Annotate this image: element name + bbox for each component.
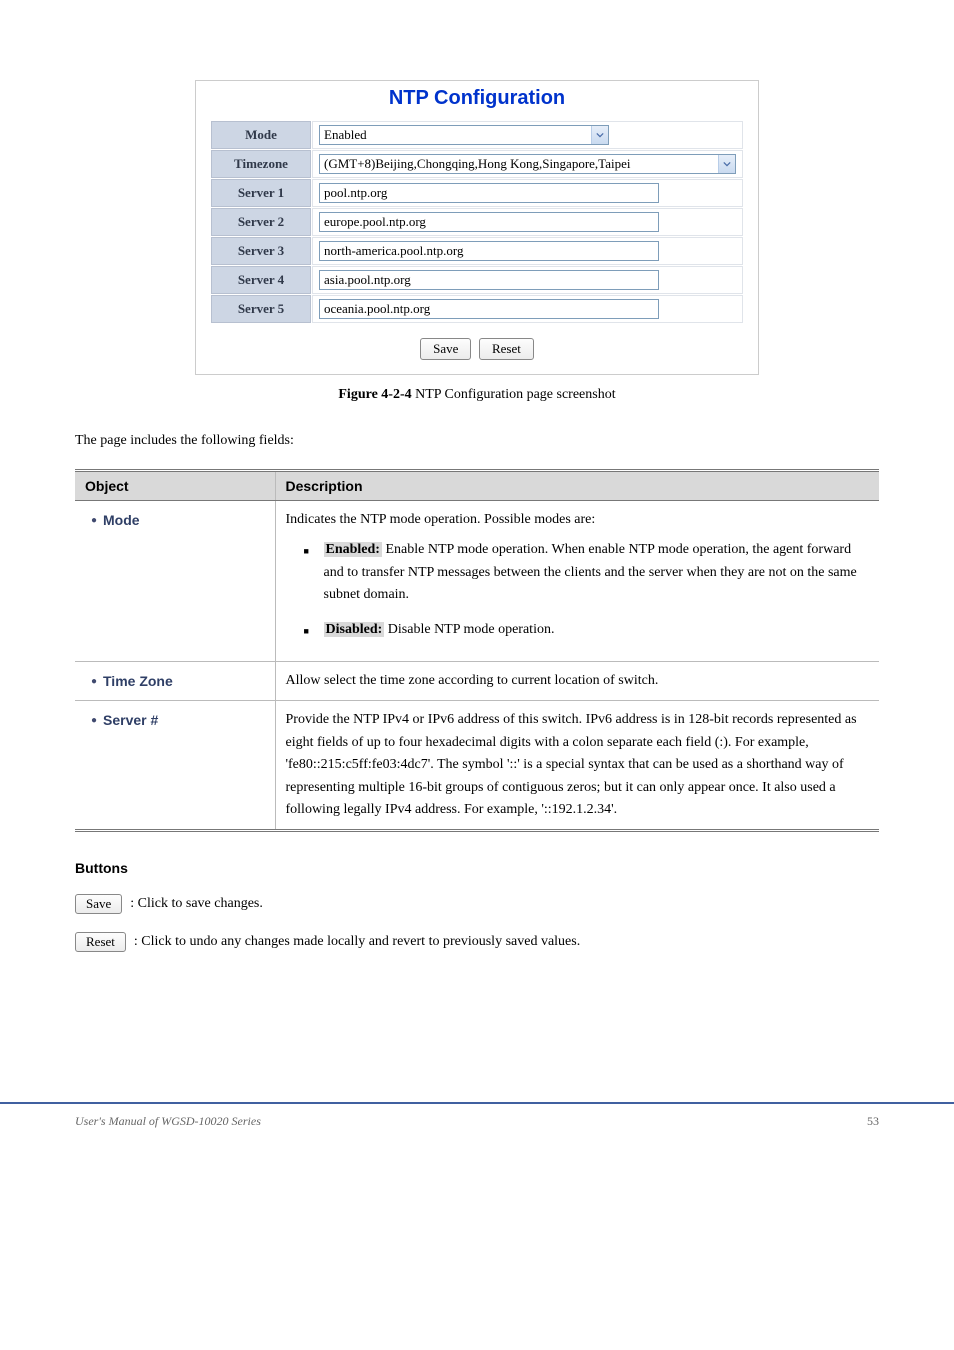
object-mode: Mode xyxy=(103,509,140,531)
object-timezone: Time Zone xyxy=(103,670,173,692)
ntp-config-screenshot: NTP Configuration Mode Enabled Timezone xyxy=(195,80,759,375)
server4-label: Server 4 xyxy=(211,266,311,294)
chevron-down-icon xyxy=(591,126,608,144)
object-server: Server # xyxy=(103,709,158,731)
server-desc: Provide the NTP IPv4 or IPv6 address of … xyxy=(275,701,879,831)
section-intro: The page includes the following fields: xyxy=(75,433,879,449)
server1-input[interactable]: pool.ntp.org xyxy=(319,183,659,203)
server2-label: Server 2 xyxy=(211,208,311,236)
square-bullet-icon: ■ xyxy=(304,539,324,558)
bullet-icon: ● xyxy=(85,670,103,690)
save-button[interactable]: Save xyxy=(420,338,471,360)
table-row: ● Time Zone Allow select the time zone a… xyxy=(75,661,879,700)
buttons-heading: Buttons xyxy=(75,860,879,876)
save-button-inline[interactable]: Save xyxy=(75,894,122,914)
enabled-text: Enable NTP mode operation. When enable N… xyxy=(324,542,857,602)
reset-button-inline[interactable]: Reset xyxy=(75,932,126,952)
enabled-label: Enabled: xyxy=(324,542,382,557)
save-desc: : Click to save changes. xyxy=(130,896,263,912)
bullet-icon: ● xyxy=(85,709,103,729)
page-number: 53 xyxy=(867,1114,879,1129)
server1-label: Server 1 xyxy=(211,179,311,207)
square-bullet-icon: ■ xyxy=(304,619,324,638)
timezone-select[interactable]: (GMT+8)Beijing,Chongqing,Hong Kong,Singa… xyxy=(319,154,736,174)
reset-desc: : Click to undo any changes made locally… xyxy=(134,934,580,950)
server4-input[interactable]: asia.pool.ntp.org xyxy=(319,270,659,290)
config-table: Mode Enabled Timezone (GMT+8)Beijing,Cho… xyxy=(210,120,744,324)
figure-number: Figure 4-2-4 xyxy=(338,387,415,402)
server3-label: Server 3 xyxy=(211,237,311,265)
mode-label: Mode xyxy=(211,121,311,149)
disabled-text: Disable NTP mode operation. xyxy=(384,622,554,637)
timezone-desc: Allow select the time zone according to … xyxy=(275,661,879,700)
bullet-icon: ● xyxy=(85,509,103,529)
disabled-label: Disabled: xyxy=(324,622,385,637)
mode-select[interactable]: Enabled xyxy=(319,125,609,145)
figure-caption: Figure 4-2-4 NTP Configuration page scre… xyxy=(75,387,879,403)
caption-text: NTP Configuration page screenshot xyxy=(415,387,616,402)
footer-left: User's Manual of WGSD-10020 Series xyxy=(75,1114,261,1129)
panel-title: NTP Configuration xyxy=(210,87,744,110)
timezone-select-value: (GMT+8)Beijing,Chongqing,Hong Kong,Singa… xyxy=(324,156,630,172)
mode-select-value: Enabled xyxy=(324,127,367,143)
table-row: ● Server # Provide the NTP IPv4 or IPv6 … xyxy=(75,701,879,831)
table-row: ● Mode Indicates the NTP mode operation.… xyxy=(75,501,879,662)
page-footer: User's Manual of WGSD-10020 Series 53 xyxy=(0,1102,954,1149)
col-header-description: Description xyxy=(275,471,879,501)
object-description-table: Object Description ● Mode Indicates the … xyxy=(75,469,879,832)
col-header-object: Object xyxy=(75,471,275,501)
server5-input[interactable]: oceania.pool.ntp.org xyxy=(319,299,659,319)
chevron-down-icon xyxy=(718,155,735,173)
mode-desc-intro: Indicates the NTP mode operation. Possib… xyxy=(286,509,870,531)
server2-input[interactable]: europe.pool.ntp.org xyxy=(319,212,659,232)
reset-button[interactable]: Reset xyxy=(479,338,534,360)
server5-label: Server 5 xyxy=(211,295,311,323)
timezone-label: Timezone xyxy=(211,150,311,178)
server3-input[interactable]: north-america.pool.ntp.org xyxy=(319,241,659,261)
